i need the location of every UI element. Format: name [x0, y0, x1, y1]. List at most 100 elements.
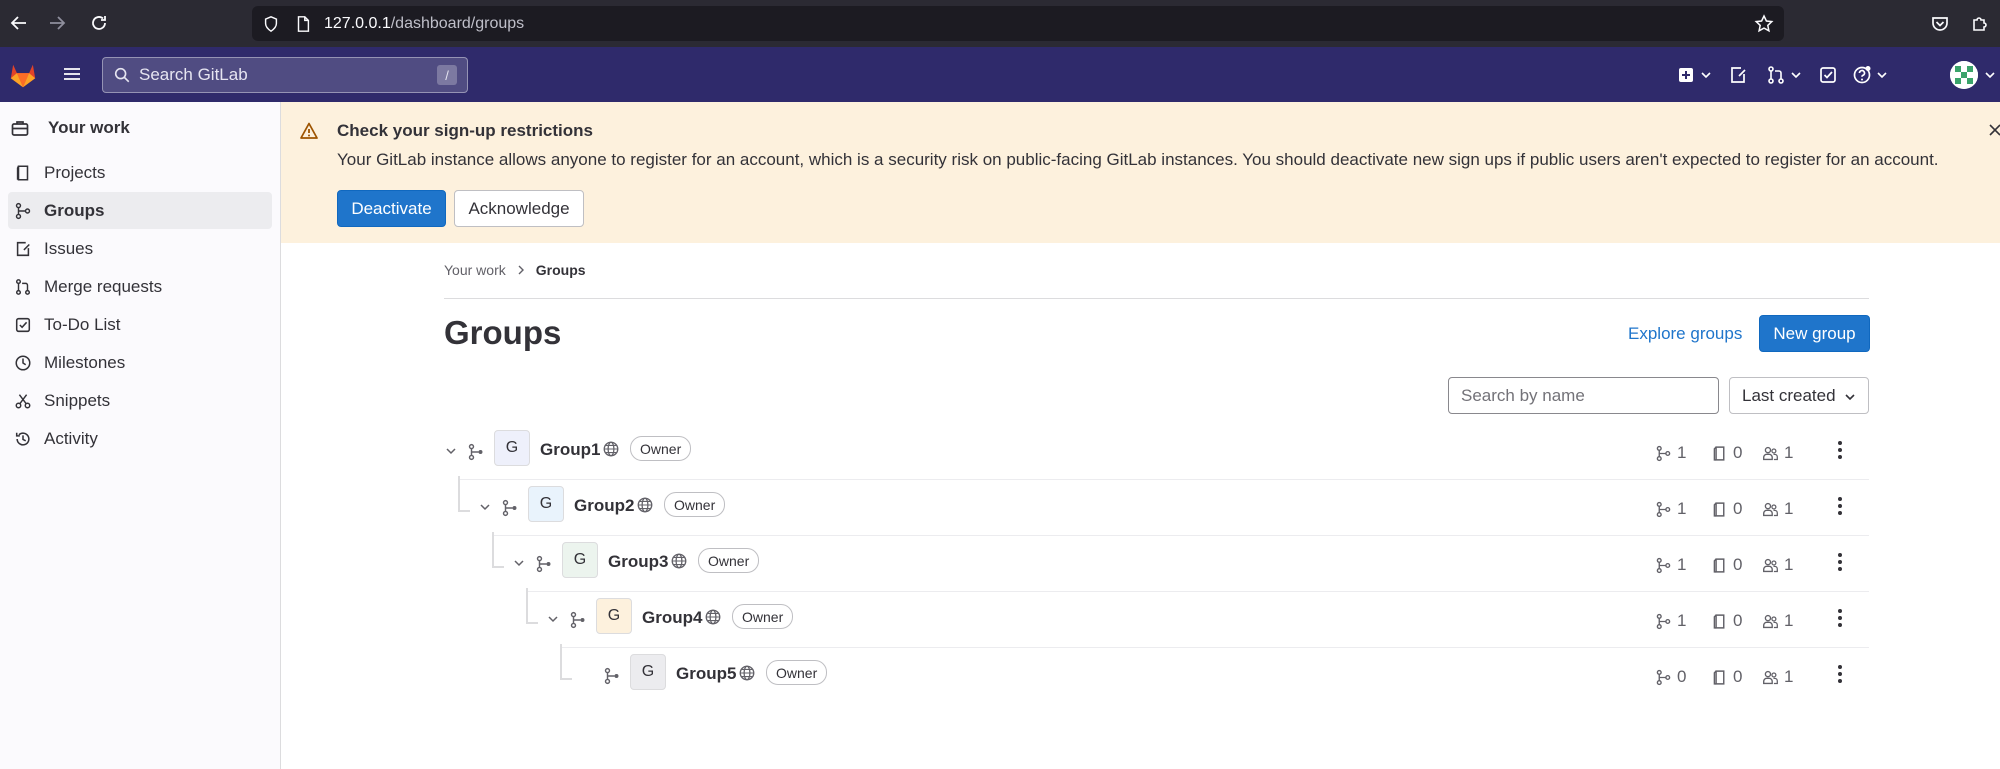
- sort-dropdown-label: Last created: [1742, 385, 1836, 405]
- group-row[interactable]: G Group4 Owner 1 0 1: [444, 588, 1869, 648]
- bookmark-star-icon[interactable]: [1754, 14, 1774, 34]
- user-menu-button[interactable]: [1950, 59, 2000, 91]
- users-icon: [1763, 614, 1778, 628]
- search-icon: [114, 67, 130, 83]
- breadcrumb-current[interactable]: Groups: [536, 262, 586, 278]
- project-count: 0: [1711, 555, 1742, 575]
- reload-icon: [92, 16, 106, 30]
- help-icon: [1853, 65, 1871, 83]
- acknowledge-button[interactable]: Acknowledge: [454, 190, 584, 227]
- url-text[interactable]: 127.0.0.1/dashboard/groups: [324, 15, 524, 33]
- back-button[interactable]: [0, 4, 38, 42]
- group-name-link[interactable]: Group2: [574, 496, 634, 516]
- group-avatar[interactable]: G: [630, 654, 666, 690]
- deactivate-button[interactable]: Deactivate: [337, 190, 446, 227]
- project-count-value: 0: [1733, 443, 1743, 462]
- group-name-link[interactable]: Group3: [608, 552, 668, 572]
- shield-icon[interactable]: [262, 15, 280, 33]
- sidebar-item-issues[interactable]: Issues: [8, 230, 272, 267]
- merge-requests-nav-button[interactable]: [1760, 55, 1808, 95]
- group-avatar[interactable]: G: [528, 486, 564, 522]
- breadcrumb-link-your-work[interactable]: Your work: [444, 262, 506, 278]
- group-row[interactable]: G Group5 Owner 0 0 1: [444, 644, 1869, 704]
- arrow-right-icon: [50, 16, 66, 30]
- member-count-value: 1: [1784, 499, 1794, 518]
- group-row[interactable]: G Group2 Owner 1 0 1: [444, 476, 1869, 536]
- sidebar-item-label: Activity: [44, 428, 98, 448]
- group-row[interactable]: G Group1 Owner 1 0 1: [444, 424, 1869, 480]
- tree-connector: [526, 588, 538, 624]
- chevron-down-icon[interactable]: [546, 612, 560, 626]
- group-name-link[interactable]: Group5: [676, 664, 736, 684]
- subgroup-icon: [502, 499, 517, 517]
- project-count-value: 0: [1733, 499, 1743, 518]
- sidebar-item-projects[interactable]: Projects: [8, 154, 272, 191]
- subgroup-icon: [468, 443, 483, 461]
- sidebar-context-header[interactable]: Your work: [0, 102, 280, 154]
- help-button[interactable]: [1848, 55, 1892, 95]
- more-actions-button[interactable]: [1828, 606, 1852, 630]
- project-icon: [16, 164, 29, 181]
- subgroup-count: 1: [1655, 611, 1686, 631]
- more-actions-button[interactable]: [1828, 438, 1852, 462]
- arrow-left-icon: [10, 16, 26, 30]
- url-bar[interactable]: 127.0.0.1/dashboard/groups: [252, 6, 1784, 41]
- menu-button[interactable]: [52, 54, 92, 94]
- group-avatar[interactable]: G: [596, 598, 632, 634]
- member-count-value: 1: [1784, 443, 1794, 462]
- role-badge: Owner: [664, 492, 726, 517]
- pocket-icon: [1932, 16, 1948, 31]
- sidebar-item-label: Milestones: [44, 352, 126, 372]
- group-row[interactable]: G Group3 Owner 1 0 1: [444, 532, 1869, 592]
- chevron-down-icon: [1845, 394, 1855, 401]
- subgroup-count-value: 1: [1677, 499, 1687, 518]
- sidebar-item-milestones[interactable]: Milestones: [8, 344, 272, 381]
- subgroup-count: 0: [1655, 667, 1686, 687]
- ellipsis-v-icon: [1838, 441, 1842, 459]
- chevron-down-icon[interactable]: [478, 500, 492, 514]
- sidebar-item-label: Projects: [44, 162, 106, 182]
- more-actions-button[interactable]: [1828, 494, 1852, 518]
- todo-nav-button[interactable]: [1808, 55, 1848, 95]
- pocket-button[interactable]: [1920, 4, 1960, 44]
- group-name-link[interactable]: Group1: [540, 440, 600, 460]
- sidebar-item-todo-list[interactable]: To-Do List: [8, 306, 272, 343]
- page-icon[interactable]: [294, 15, 312, 33]
- group-filter-input[interactable]: [1448, 377, 1719, 414]
- chevron-down-icon[interactable]: [512, 556, 526, 570]
- alert-close-button[interactable]: [1986, 120, 2000, 140]
- reload-button[interactable]: [80, 4, 118, 42]
- group-avatar[interactable]: G: [562, 542, 598, 578]
- project-count-value: 0: [1733, 667, 1743, 686]
- sidebar-item-groups[interactable]: Groups: [8, 192, 272, 229]
- extensions-button[interactable]: [1960, 4, 2000, 44]
- issues-nav-button[interactable]: [1716, 55, 1760, 95]
- forward-button[interactable]: [38, 4, 76, 42]
- sidebar-item-activity[interactable]: Activity: [8, 420, 272, 457]
- sort-dropdown[interactable]: Last created: [1729, 377, 1869, 414]
- role-badge: Owner: [766, 660, 828, 685]
- group-name-link[interactable]: Group4: [642, 608, 702, 628]
- create-new-button[interactable]: [1672, 55, 1716, 95]
- chevron-down-icon: [1701, 71, 1711, 78]
- explore-groups-button[interactable]: Explore groups: [1618, 315, 1752, 352]
- chevron-down-icon[interactable]: [444, 444, 458, 458]
- subgroup-count: 1: [1655, 555, 1686, 575]
- sidebar-item-snippets[interactable]: Snippets: [8, 382, 272, 419]
- close-icon: [1989, 124, 2000, 136]
- more-actions-button[interactable]: [1828, 550, 1852, 574]
- top-actions: [1672, 47, 1892, 102]
- new-group-button[interactable]: New group: [1759, 315, 1870, 352]
- more-actions-button[interactable]: [1828, 662, 1852, 686]
- group-avatar[interactable]: G: [494, 430, 530, 466]
- gitlab-logo[interactable]: [0, 47, 46, 102]
- milestone-icon: [15, 354, 31, 371]
- project-icon: [1713, 613, 1725, 629]
- tanuki-logo-icon: [10, 64, 36, 87]
- sidebar-item-merge-requests[interactable]: Merge requests: [8, 268, 272, 305]
- identicon-icon: [1950, 61, 1978, 89]
- global-search-input[interactable]: Search GitLab /: [102, 57, 468, 93]
- todo-icon: [15, 317, 31, 332]
- project-count: 0: [1711, 443, 1742, 463]
- member-count-value: 1: [1784, 555, 1794, 574]
